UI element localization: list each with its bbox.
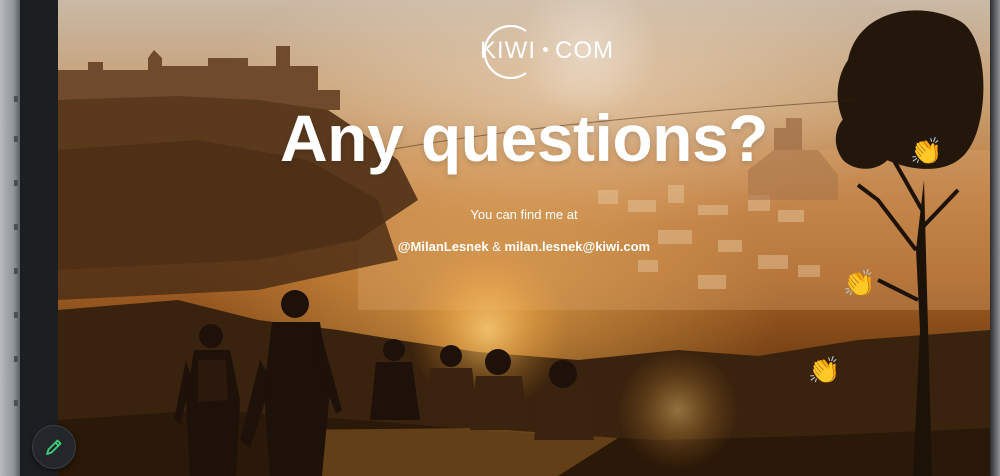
sidebar-strip (20, 0, 58, 476)
presentation-screen: KIWI COM Any questions? You can find me a… (0, 0, 1000, 476)
edge-tick (14, 312, 18, 318)
pencil-icon (46, 439, 62, 455)
clapping-hands-icon: 👏 (808, 355, 841, 385)
pen-tool-button[interactable] (32, 425, 76, 469)
edge-tick (14, 224, 18, 230)
edge-tick (14, 180, 18, 186)
kiwi-logo: KIWI COM (468, 25, 613, 79)
edge-tick (14, 268, 18, 274)
contact-separator: & (488, 239, 505, 254)
window-edge (0, 0, 20, 476)
edge-tick (14, 356, 18, 362)
edge-tick (14, 400, 18, 406)
clapping-hands-icon: 👏 (910, 136, 943, 166)
window-edge-right (990, 0, 1000, 476)
edge-tick (14, 136, 18, 142)
logo-text-right: COM (555, 37, 614, 64)
logo-text-left: KIWI (480, 37, 536, 64)
headline: Any questions? (279, 101, 769, 175)
slide: KIWI COM Any questions? You can find me a… (58, 0, 990, 476)
contact-email: milan.lesnek@kiwi.com (504, 239, 651, 254)
contact-line: @MilanLesnek & milan.lesnek@kiwi.com (58, 239, 990, 254)
edge-tick (14, 96, 18, 102)
logo-dot-icon (543, 46, 548, 52)
subtitle: You can find me at (470, 207, 578, 222)
clapping-hands-icon: 👏 (843, 268, 876, 298)
contact-handle: @MilanLesnek (397, 239, 489, 254)
